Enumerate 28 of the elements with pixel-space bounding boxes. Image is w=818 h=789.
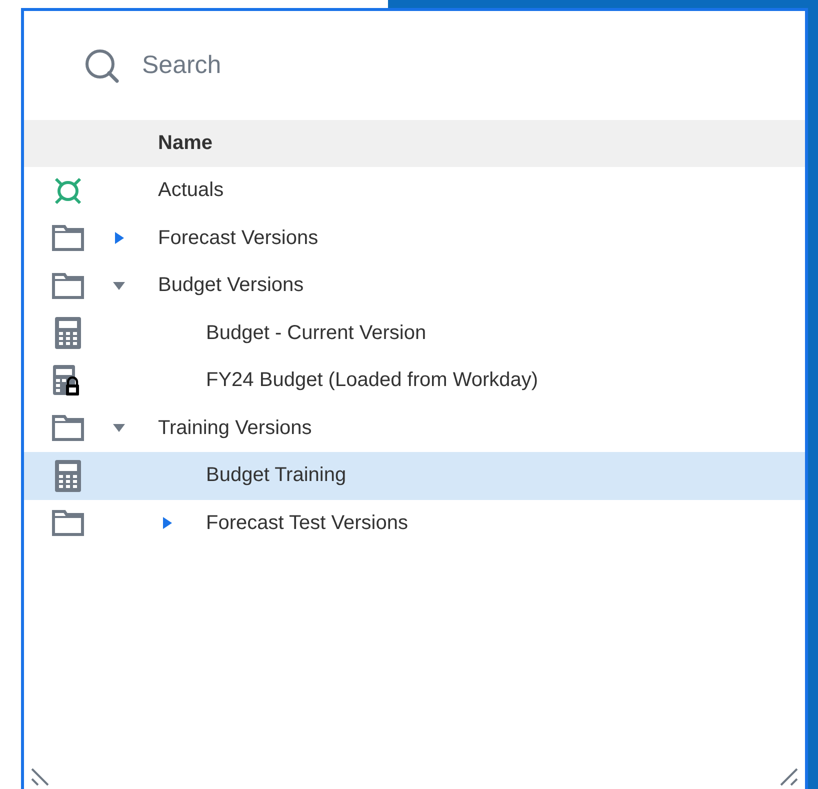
column-header[interactable]: Name (158, 132, 212, 155)
tree-row[interactable]: Budget Versions (24, 262, 805, 310)
folder-icon (52, 225, 84, 252)
tree-row[interactable]: Budget Training (24, 452, 805, 500)
tree-row[interactable]: Forecast Versions (24, 214, 805, 262)
tree-item-label: Forecast Versions (158, 226, 318, 250)
tree-row[interactable]: Forecast Test Versions (24, 500, 805, 547)
search-field[interactable]: Search (142, 51, 542, 80)
tree-item-label: Budget Training (206, 464, 346, 488)
tree-row[interactable]: Actuals (24, 167, 805, 214)
folder-icon (52, 510, 84, 536)
currency-icon (53, 176, 83, 205)
tree-item-label: FY24 Budget (Loaded from Workday) (206, 369, 538, 392)
folder-icon (52, 415, 84, 442)
calculator-icon (55, 460, 81, 492)
search-icon (84, 48, 120, 84)
tree-row[interactable]: Budget - Current Version (24, 310, 805, 357)
caret-right-icon[interactable] (160, 516, 174, 530)
tree-item-label: Budget Versions (158, 274, 304, 298)
calculator-icon (55, 317, 81, 350)
tree-item-label: Forecast Test Versions (206, 512, 408, 535)
tree-row[interactable]: Training Versions (24, 404, 805, 452)
folder-icon (52, 272, 84, 299)
tree-item-label: Budget - Current Version (206, 322, 426, 345)
caret-right-icon[interactable] (112, 231, 126, 246)
tree-row[interactable]: FY24 Budget (Loaded from Workday) (24, 357, 805, 404)
tree-item-label: Training Versions (158, 416, 312, 440)
tree-item-label: Actuals (158, 179, 224, 202)
